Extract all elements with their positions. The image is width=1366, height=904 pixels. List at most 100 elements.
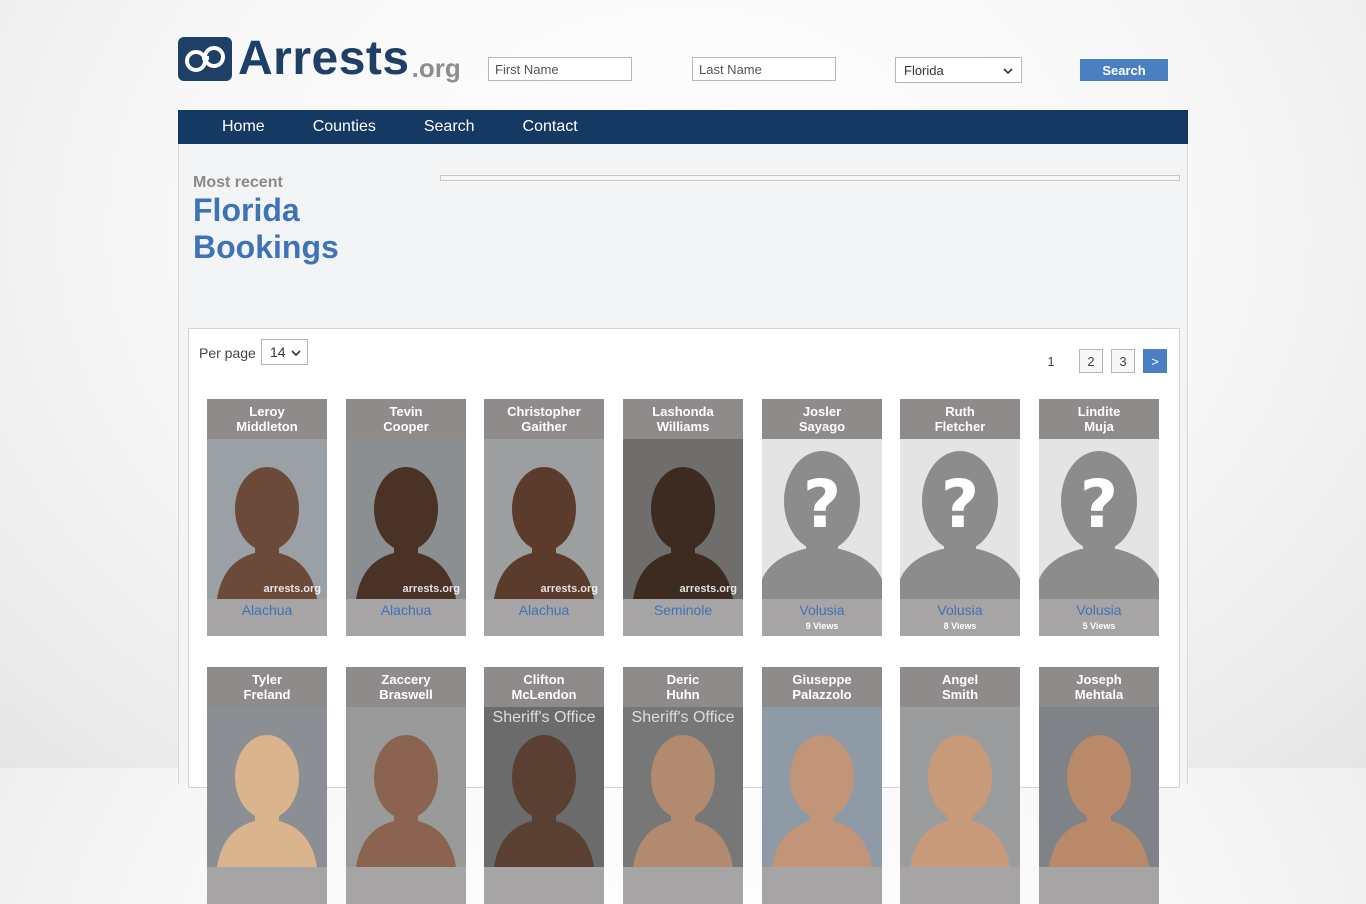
search-button[interactable]: Search [1080,59,1168,81]
ad-banner [440,175,1180,181]
unknown-person-placeholder-icon[interactable]: ? [1039,439,1159,599]
booking-last-name: Fletcher [934,419,986,434]
booking-name[interactable]: Lashonda Williams [623,399,743,439]
svg-text:?: ? [1080,466,1118,543]
arrests-watermark: arrests.org [402,583,460,595]
booking-name[interactable]: Ruth Fletcher [900,399,1020,439]
booking-last-name: Huhn [666,687,700,702]
per-page-label: Per page [199,345,256,361]
booking-county-link[interactable]: Alachua [484,602,604,618]
booking-county-link[interactable]: Volusia [900,602,1020,618]
booking-last-name: Mehtala [1074,687,1124,702]
booking-name[interactable]: Josler Sayago [762,399,882,439]
mugshot-photo[interactable] [346,707,466,867]
booking-name[interactable]: Giuseppe Palazzolo [762,667,882,707]
last-name-input[interactable] [692,57,836,81]
booking-first-name: Deric [666,672,700,687]
mugshot-photo[interactable]: arrests.org [207,439,327,599]
booking-name[interactable]: Angel Smith [900,667,1020,707]
site-logo[interactable]: Arrests .org [178,33,461,83]
booking-card[interactable]: Josler Sayago? Volusia 9 Views [762,399,882,636]
svg-text:?: ? [941,466,979,543]
booking-name[interactable]: Christopher Gaither [484,399,604,439]
chevron-down-icon [1003,63,1013,78]
site-header: Arrests .org Florida Search [0,0,1366,110]
per-page-select[interactable]: 14 [261,339,308,365]
booking-view-count: 9 Views [805,621,839,631]
booking-card[interactable]: Christopher Gaither arrests.org Alachua [484,399,604,636]
booking-county-link[interactable]: Seminole [623,602,743,618]
next-page-button[interactable]: > [1143,349,1167,373]
booking-county-link[interactable]: Alachua [207,602,327,618]
first-name-input[interactable] [488,57,632,81]
booking-county-link[interactable]: Volusia [1039,602,1159,618]
unknown-person-placeholder-icon[interactable]: ? [762,439,882,599]
booking-name[interactable]: Lindite Muja [1039,399,1159,439]
booking-first-name: Joseph [1076,672,1122,687]
booking-last-name: Sayago [798,419,846,434]
booking-view-count: 8 Views [943,621,977,631]
nav-item-search[interactable]: Search [424,118,475,136]
booking-last-name: Braswell [379,687,433,702]
booking-card[interactable]: Angel Smith [900,667,1020,904]
arrests-watermark: arrests.org [263,583,321,595]
nav-item-contact[interactable]: Contact [523,118,578,136]
booking-last-name: Smith [941,687,979,702]
booking-county-link[interactable]: Volusia [762,602,882,618]
booking-card[interactable]: Ruth Fletcher? Volusia 8 Views [900,399,1020,636]
booking-name[interactable]: Leroy Middleton [207,399,327,439]
mugshot-photo[interactable]: arrests.org [346,439,466,599]
booking-first-name: Lashonda [652,404,714,419]
arrests-watermark: arrests.org [679,583,737,595]
booking-card[interactable]: Leroy Middleton arrests.org Alachua [207,399,327,636]
booking-card[interactable]: Giuseppe Palazzolo [762,667,882,904]
page-link-2[interactable]: 2 [1079,349,1103,373]
logo-tld: .org [411,53,461,83]
booking-card[interactable]: Tyler Freland [207,667,327,904]
booking-card[interactable]: Joseph Mehtala [1039,667,1159,904]
booking-first-name: Zaccery [381,672,431,687]
booking-name[interactable]: Deric Huhn [623,667,743,707]
sheriff-office-watermark: Sheriff's Office [631,709,735,726]
booking-name[interactable]: Tyler Freland [207,667,327,707]
booking-name[interactable]: Zaccery Braswell [346,667,466,707]
main-nav: Home Counties Search Contact [178,110,1188,144]
mugshot-photo[interactable] [900,707,1020,867]
booking-card[interactable]: Clifton McLendon Sheriff's Office [484,667,604,904]
mugshot-photo[interactable]: arrests.org [623,439,743,599]
booking-county-link[interactable]: Alachua [346,602,466,618]
booking-card[interactable]: Lindite Muja? Volusia 5 Views [1039,399,1159,636]
state-select[interactable]: Florida [895,57,1022,83]
page-current: 1 [1047,353,1055,369]
logo-wordmark: Arrests [238,32,410,85]
chevron-down-icon [291,344,301,360]
nav-item-counties[interactable]: Counties [313,118,376,136]
mugshot-photo[interactable] [762,707,882,867]
mugshot-photo[interactable]: Sheriff's Office [623,707,743,867]
unknown-person-placeholder-icon[interactable]: ? [900,439,1020,599]
page-title-line-1: Florida [193,192,300,228]
pagination: 1 2 3 > [1039,349,1167,373]
mugshot-photo[interactable] [1039,707,1159,867]
booking-first-name: Giuseppe [792,672,852,687]
handcuffs-logo-icon [178,37,232,81]
booking-card[interactable]: Zaccery Braswell [346,667,466,904]
mugshot-photo[interactable]: Sheriff's Office [484,707,604,867]
page-title-line-2: Bookings [193,229,339,265]
booking-view-count: 5 Views [1082,621,1116,631]
booking-card[interactable]: Lashonda Williams arrests.org Seminole [623,399,743,636]
booking-name[interactable]: Joseph Mehtala [1039,667,1159,707]
booking-card[interactable]: Deric Huhn Sheriff's Office [623,667,743,904]
per-page-value: 14 [270,344,286,360]
booking-last-name: Palazzolo [792,687,852,702]
booking-card[interactable]: Tevin Cooper arrests.org Alachua [346,399,466,636]
mugshot-photo[interactable] [207,707,327,867]
booking-last-name: Williams [656,419,710,434]
nav-item-home[interactable]: Home [222,118,265,136]
booking-name[interactable]: Tevin Cooper [346,399,466,439]
booking-first-name: Clifton [523,672,565,687]
page-link-3[interactable]: 3 [1111,349,1135,373]
mugshot-photo[interactable]: arrests.org [484,439,604,599]
booking-name[interactable]: Clifton McLendon [484,667,604,707]
booking-last-name: Freland [243,687,291,702]
